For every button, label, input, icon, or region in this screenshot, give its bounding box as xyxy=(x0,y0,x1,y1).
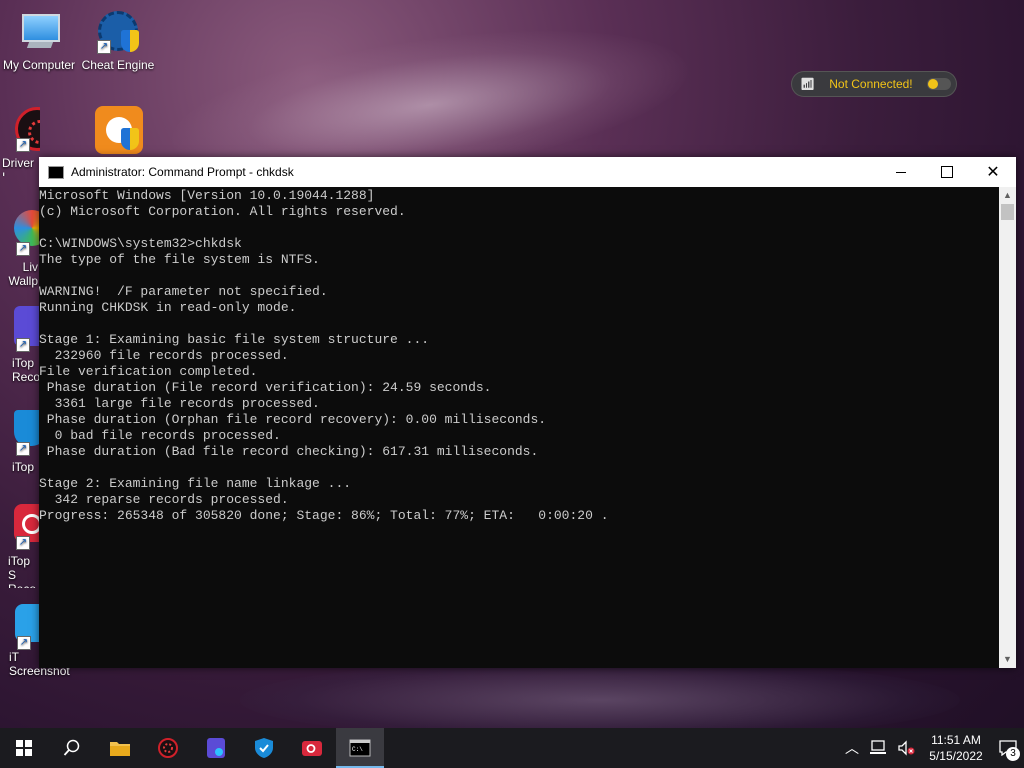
connection-toggle[interactable] xyxy=(926,78,951,90)
command-prompt-icon: C:\ xyxy=(349,739,371,757)
itop-screen-recorder-icon: ↗ xyxy=(14,504,40,550)
shortcut-arrow-icon: ↗ xyxy=(16,442,30,456)
desktop-icon-label: Cheat Engine xyxy=(81,58,155,72)
desktop-icon-label: iTop xyxy=(12,460,35,474)
console-line: WARNING! /F parameter not specified. xyxy=(39,284,328,299)
console-line: 3361 large file records processed. xyxy=(39,396,320,411)
connection-status-widget[interactable]: 📶︎ Not Connected! xyxy=(792,72,956,96)
console-line: Phase duration (Bad file record checking… xyxy=(39,444,539,459)
shortcut-arrow-icon: ↗ xyxy=(97,40,111,54)
desktop-icon-itop[interactable]: ↗ iTop xyxy=(0,410,40,474)
shortcut-arrow-icon: ↗ xyxy=(16,138,30,152)
shortcut-arrow-icon: ↗ xyxy=(17,636,31,650)
console-output[interactable]: Microsoft Windows [Version 10.0.19044.12… xyxy=(39,187,999,668)
console-line: The type of the file system is NTFS. xyxy=(39,252,320,267)
lively-wallpaper-icon: ↗ xyxy=(14,210,40,256)
taskbar-clock[interactable]: 11:51 AM 5/15/2022 xyxy=(920,732,992,764)
minimize-button[interactable] xyxy=(878,157,924,187)
desktop-icon-label: iTop Reco xyxy=(12,356,40,384)
clock-date: 5/15/2022 xyxy=(929,749,983,763)
desktop-icon-label: Liv Wallp xyxy=(8,260,38,288)
shield-icon xyxy=(255,738,273,758)
scroll-up-icon[interactable]: ▲ xyxy=(999,187,1016,204)
close-icon: ✕ xyxy=(986,164,1000,181)
console-line: Running CHKDSK in read-only mode. xyxy=(39,300,297,315)
notification-count-badge: 3 xyxy=(1006,747,1020,761)
system-tray: ︿ 11:51 AM 5/15/2022 3 xyxy=(840,728,1024,768)
driver-booster-icon xyxy=(158,738,178,758)
console-line: 232960 file records processed. xyxy=(39,348,289,363)
console-line: (c) Microsoft Corporation. All rights re… xyxy=(39,204,406,219)
close-button[interactable]: ✕ xyxy=(970,157,1016,187)
chevron-up-icon[interactable]: ︿ xyxy=(845,738,859,758)
window-title-bar[interactable]: Administrator: Command Prompt - chkdsk ✕ xyxy=(39,157,1016,187)
console-line: Stage 2: Examining file name linkage ... xyxy=(39,476,352,491)
cheat-engine-icon: ↗ xyxy=(95,8,141,54)
console-line: 342 reparse records processed. xyxy=(39,492,289,507)
console-line: Progress: 265348 of 305820 done; Stage: … xyxy=(39,508,609,523)
desktop-icon-label: My Computer xyxy=(2,58,76,72)
computer-icon xyxy=(16,8,62,54)
scrollbar-thumb[interactable] xyxy=(1001,204,1014,220)
taskbar-driver-booster[interactable] xyxy=(144,728,192,768)
network-warning-icon: 📶︎ xyxy=(800,77,816,91)
console-line: File verification completed. xyxy=(39,364,258,379)
itop-shield-icon: ↗ xyxy=(14,410,40,456)
maximize-button[interactable] xyxy=(924,157,970,187)
desktop-icon-itop-recovery[interactable]: ↗ iTop Reco xyxy=(0,306,40,386)
itop-recovery-icon xyxy=(207,738,225,758)
desktop-icon-avast[interactable] xyxy=(80,106,156,156)
cmd-app-icon xyxy=(48,165,64,179)
shortcut-arrow-icon: ↗ xyxy=(16,242,30,256)
console-line: Stage 1: Examining basic file system str… xyxy=(39,332,430,347)
desktop-icon-cheat-engine[interactable]: ↗ Cheat Engine xyxy=(80,8,156,72)
taskbar-screen-recorder[interactable] xyxy=(288,728,336,768)
scroll-down-icon[interactable]: ▼ xyxy=(999,651,1016,668)
taskbar-itop-recovery[interactable] xyxy=(192,728,240,768)
itop-screenshot-icon: ↗ xyxy=(15,604,41,650)
console-line: C:\WINDOWS\system32>chkdsk xyxy=(39,236,242,251)
itop-recovery-icon: ↗ xyxy=(14,306,40,352)
desktop-icon-label: iTop S Reco xyxy=(8,554,36,588)
maximize-icon xyxy=(941,166,953,178)
connection-status-text: Not Connected! xyxy=(829,77,913,91)
desktop-icon-lively-wallpaper[interactable]: ↗ Liv Wallp xyxy=(0,210,40,290)
start-button[interactable] xyxy=(0,728,48,768)
desktop-icon-my-computer[interactable]: My Computer xyxy=(1,8,77,72)
driver-booster-icon: ↗ xyxy=(14,106,40,152)
console-line: Microsoft Windows [Version 10.0.19044.12… xyxy=(39,188,375,203)
console-line: 0 bad file records processed. xyxy=(39,428,281,443)
console-line: Phase duration (File record verification… xyxy=(39,380,492,395)
taskbar-file-explorer[interactable] xyxy=(96,728,144,768)
clock-time: 11:51 AM xyxy=(931,733,981,747)
console-line: Phase duration (Orphan file record recov… xyxy=(39,412,547,427)
minimize-icon xyxy=(896,171,906,173)
folder-icon xyxy=(110,742,130,756)
speaker-muted-icon[interactable] xyxy=(897,740,915,756)
shortcut-arrow-icon: ↗ xyxy=(16,338,30,352)
taskbar-itop-security[interactable] xyxy=(240,728,288,768)
search-button[interactable] xyxy=(48,728,96,768)
shortcut-arrow-icon: ↗ xyxy=(16,536,30,550)
window-title: Administrator: Command Prompt - chkdsk xyxy=(71,165,294,179)
orange-app-icon xyxy=(95,106,143,154)
vertical-scrollbar[interactable]: ▲ ▼ xyxy=(999,187,1016,668)
screen-recorder-icon xyxy=(302,741,322,756)
svg-text:C:\: C:\ xyxy=(352,746,363,753)
action-center-button[interactable]: 3 xyxy=(992,728,1024,768)
taskbar-command-prompt[interactable]: C:\ xyxy=(336,728,384,768)
desktop-icon-driver[interactable]: ↗ Driver I xyxy=(0,106,40,176)
desktop-icon-label: Driver I xyxy=(2,156,34,176)
desktop-icon-itop-screen-recorder[interactable]: ↗ iTop S Reco xyxy=(0,504,40,588)
search-icon xyxy=(63,739,80,756)
windows-logo-icon xyxy=(16,740,32,756)
command-prompt-window[interactable]: Administrator: Command Prompt - chkdsk ✕… xyxy=(39,157,1016,668)
network-icon[interactable] xyxy=(869,740,887,756)
taskbar: C:\ ︿ 11:51 AM 5/15/2022 3 xyxy=(0,728,1024,768)
